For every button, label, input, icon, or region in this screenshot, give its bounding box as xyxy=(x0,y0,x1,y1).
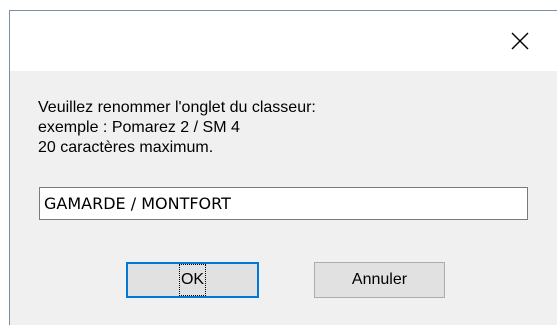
screen: Veuillez renommer l'onglet du classeur: … xyxy=(0,0,557,325)
ok-button-label: OK xyxy=(178,264,207,296)
message-line: Veuillez renommer l'onglet du classeur: xyxy=(38,99,316,116)
dialog-message: Veuillez renommer l'onglet du classeur: … xyxy=(38,98,316,158)
ok-button[interactable]: OK xyxy=(126,262,259,298)
cancel-button[interactable]: Annuler xyxy=(314,262,445,298)
rename-sheet-dialog: Veuillez renommer l'onglet du classeur: … xyxy=(9,10,557,325)
close-icon xyxy=(511,32,529,50)
message-line: 20 caractères maximum. xyxy=(38,139,214,156)
cancel-button-label: Annuler xyxy=(351,271,408,288)
close-button[interactable] xyxy=(500,21,540,61)
sheet-name-input[interactable] xyxy=(39,187,528,220)
message-line: exemple : Pomarez 2 / SM 4 xyxy=(38,119,240,136)
title-bar xyxy=(10,11,557,71)
